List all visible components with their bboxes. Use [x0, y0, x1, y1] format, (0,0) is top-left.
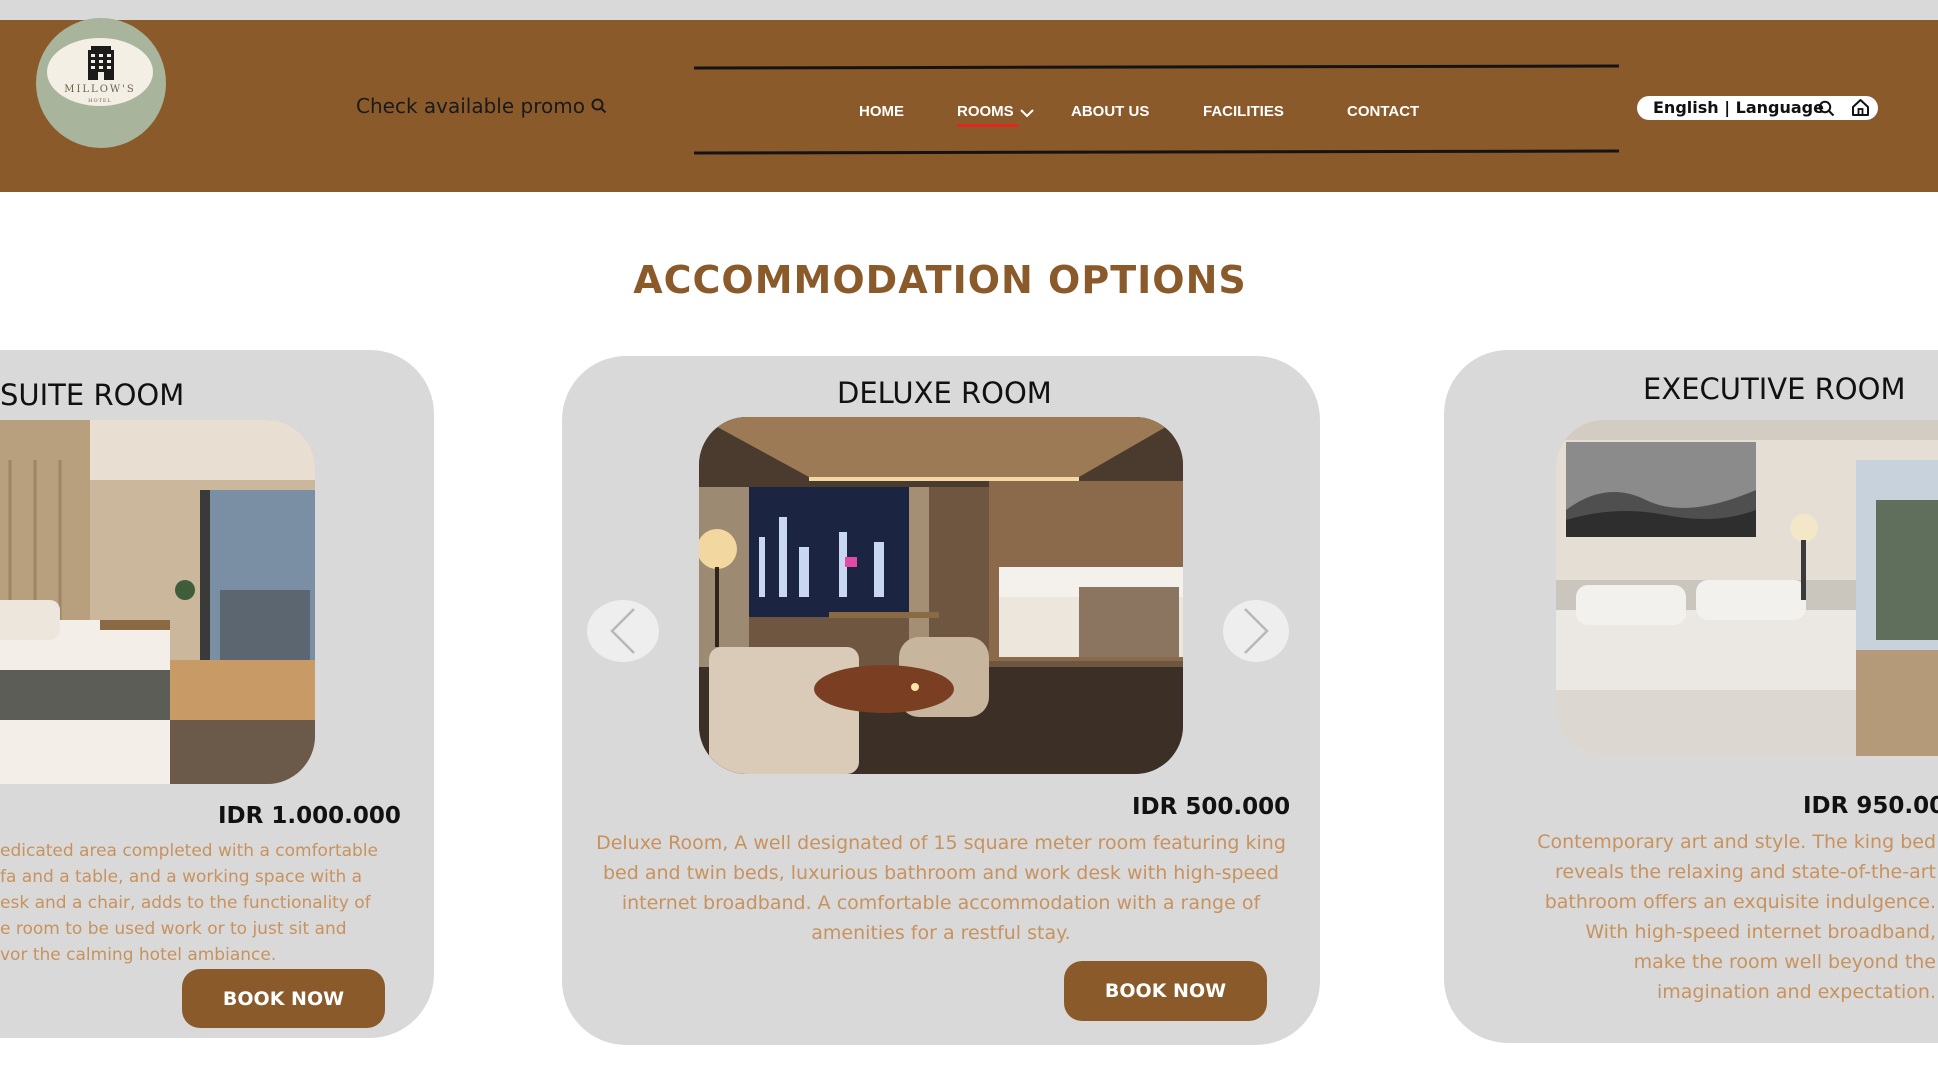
nav-top-line — [694, 64, 1619, 70]
room-title: DELUXE ROOM — [837, 376, 1052, 410]
room-price: IDR 950.00 — [1803, 793, 1938, 819]
desc-line: esk and a chair, adds to the functionali… — [0, 893, 371, 913]
desc-line: bed and twin beds, luxurious bathroom an… — [603, 862, 1279, 884]
search-icon — [591, 98, 607, 114]
section-title: ACCOMMODATION OPTIONS — [633, 258, 1247, 302]
carousel-next-button[interactable] — [1223, 600, 1289, 662]
language-selector[interactable]: English | Language — [1653, 98, 1824, 117]
promo-label: Check available promo — [356, 94, 585, 118]
search-icon[interactable] — [1818, 100, 1835, 117]
desc-line: edicated area completed with a comfortab… — [0, 841, 379, 861]
desc-line: e room to be used work or to just sit an… — [0, 919, 347, 939]
home-icon[interactable] — [1851, 98, 1870, 117]
room-description: Contemporary art and style. The king bed… — [1496, 827, 1936, 1007]
top-strip — [0, 0, 1938, 20]
desc-line: Contemporary art and style. The king bed — [1537, 831, 1936, 853]
chevron-right-icon — [1244, 608, 1269, 654]
nav-home[interactable]: HOME — [859, 103, 904, 120]
desc-line: vor the calming hotel ambiance. — [0, 945, 277, 965]
desc-line: imagination and expectation. — [1657, 981, 1936, 1003]
desc-line: internet broadband. A comfortable accomm… — [621, 892, 1261, 914]
logo-wordmark: MILLOW'S — [64, 84, 136, 95]
desc-line: reveals the relaxing and state-of-the-ar… — [1555, 861, 1936, 883]
room-image-suite — [0, 420, 315, 784]
book-now-button[interactable]: BOOK NOW — [1064, 961, 1267, 1021]
desc-line: With high-speed internet broadband, — [1585, 921, 1936, 943]
nav-facilities[interactable]: FACILITIES — [1203, 103, 1284, 120]
desc-line: fa and a table, and a working space with… — [0, 867, 363, 887]
room-price: IDR 500.000 — [1132, 794, 1291, 820]
logo-subtext: HOTEL — [88, 98, 112, 104]
nav-bottom-line — [694, 149, 1619, 155]
room-description: edicated area completed with a comfortab… — [0, 838, 400, 968]
nav-rooms[interactable]: ROOMS — [957, 103, 1014, 120]
book-now-button[interactable]: BOOK NOW — [182, 969, 385, 1028]
nav-active-underline — [957, 124, 1018, 127]
nav-contact[interactable]: CONTACT — [1347, 103, 1419, 120]
desc-line: bathroom offers an exquisite indulgence. — [1544, 891, 1936, 913]
room-image-deluxe — [699, 417, 1183, 774]
nav-about-us[interactable]: ABOUT US — [1071, 103, 1149, 120]
carousel-prev-button[interactable] — [587, 600, 659, 662]
chevron-down-icon[interactable] — [1020, 108, 1034, 118]
desc-line: amenities for a restful stay. — [811, 922, 1071, 944]
room-image-executive — [1556, 420, 1938, 756]
hotel-building-icon — [88, 46, 114, 80]
desc-line: Deluxe Room, A well designated of 15 squ… — [596, 832, 1286, 854]
chevron-left-icon — [610, 608, 635, 654]
check-promo-link[interactable]: Check available promo — [356, 94, 607, 118]
room-description: Deluxe Room, A well designated of 15 squ… — [582, 828, 1300, 948]
room-price: IDR 1.000.000 — [218, 803, 401, 829]
room-title: EXECUTIVE ROOM — [1643, 372, 1906, 406]
room-title: SUITE ROOM — [0, 378, 185, 412]
desc-line: make the room well beyond the — [1633, 951, 1936, 973]
